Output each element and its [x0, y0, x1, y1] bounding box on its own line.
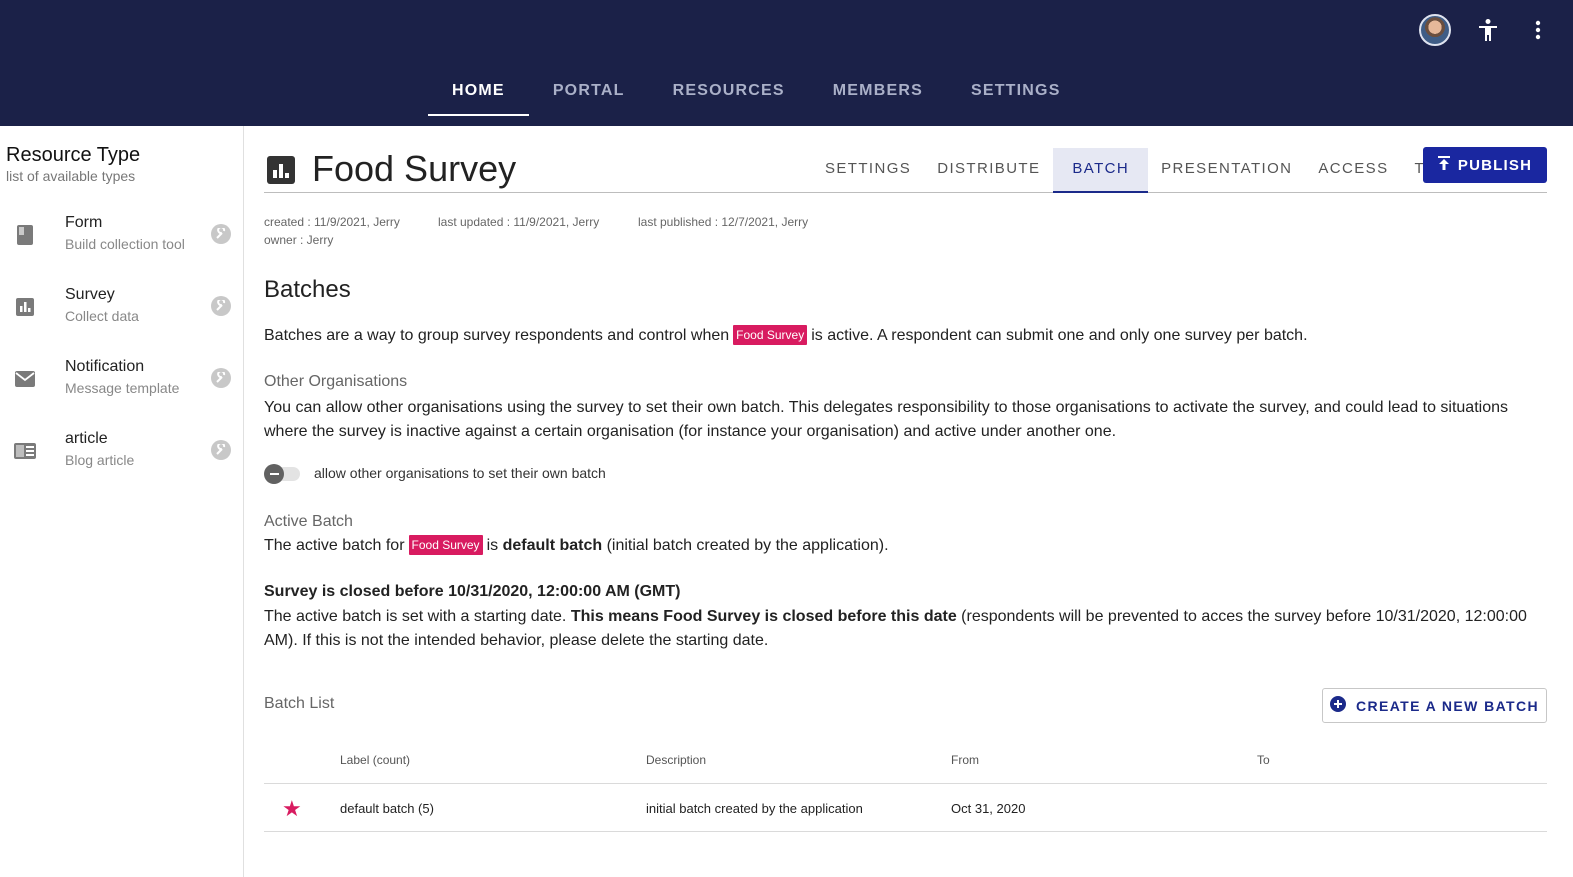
- closed-text-before: The active batch is set with a starting …: [264, 608, 567, 625]
- wrench-icon[interactable]: [211, 368, 231, 388]
- sidebar-item-name: Form: [65, 214, 103, 231]
- sidebar-item-name: article: [65, 430, 108, 447]
- tab-distribute[interactable]: DISTRIBUTE: [924, 148, 1053, 193]
- closed-text: The active batch is set with a starting …: [264, 605, 1547, 653]
- publish-icon: [1437, 156, 1450, 174]
- col-label[interactable]: Label (count): [340, 753, 410, 767]
- nav-tab-members[interactable]: MEMBERS: [809, 68, 947, 116]
- resource-header: Food Survey SETTINGS DISTRIBUTE BATCH PR…: [264, 147, 1547, 193]
- tab-access[interactable]: ACCESS: [1305, 148, 1401, 193]
- intro-text: Batches are a way to group survey respon…: [264, 327, 730, 344]
- mail-icon: [12, 366, 38, 392]
- publish-button[interactable]: PUBLISH: [1423, 147, 1547, 183]
- survey-chart-icon: [267, 156, 295, 184]
- sidebar-item-notification[interactable]: Notification Message template: [0, 352, 244, 412]
- add-circle-icon: [1329, 696, 1346, 715]
- meta-updated: last updated : 11/9/2021, Jerry: [438, 215, 600, 229]
- active-batch-label: Active Batch: [264, 513, 353, 530]
- resource-subtabs: SETTINGS DISTRIBUTE BATCH PRESENTATION A…: [812, 148, 1487, 193]
- create-batch-label: CREATE A NEW BATCH: [1355, 697, 1540, 714]
- chart-icon: [12, 294, 38, 320]
- batch-table: Label (count) Description From To ★ defa…: [264, 736, 1547, 832]
- section-heading-batches: Batches: [264, 276, 351, 303]
- user-avatar[interactable]: [1419, 14, 1451, 46]
- create-batch-button[interactable]: CREATE A NEW BATCH: [1322, 688, 1547, 723]
- star-icon[interactable]: ★: [282, 796, 302, 822]
- book-icon: [12, 222, 38, 248]
- tab-settings[interactable]: SETTINGS: [812, 148, 924, 193]
- top-right-actions: [1419, 14, 1551, 46]
- active-batch-name: default batch: [502, 537, 603, 554]
- sidebar-subtitle: list of available types: [6, 168, 136, 184]
- sidebar-item-article[interactable]: article Blog article: [0, 424, 244, 484]
- col-to[interactable]: To: [1257, 753, 1270, 767]
- active-mid: is: [486, 537, 499, 554]
- accessibility-icon[interactable]: [1475, 15, 1501, 45]
- nav-tab-portal[interactable]: PORTAL: [529, 68, 649, 116]
- resource-chip: Food Survey: [733, 325, 808, 345]
- batch-list-label: Batch List: [264, 695, 335, 712]
- wrench-icon[interactable]: [211, 440, 231, 460]
- meta-published: last published : 12/7/2021, Jerry: [638, 215, 809, 229]
- wrench-icon[interactable]: [211, 296, 231, 316]
- more-vert-icon[interactable]: [1525, 15, 1551, 45]
- resource-chip: Food Survey: [408, 535, 483, 555]
- col-from[interactable]: From: [951, 753, 979, 767]
- nav-tab-resources[interactable]: RESOURCES: [649, 68, 809, 116]
- table-header: Label (count) Description From To: [264, 736, 1547, 784]
- sidebar-item-desc: Build collection tool: [65, 236, 185, 252]
- main-nav: HOME PORTAL RESOURCES MEMBERS SETTINGS: [428, 68, 1085, 116]
- wrench-icon[interactable]: [211, 224, 231, 244]
- meta-created: created : 11/9/2021, Jerry: [264, 215, 400, 229]
- top-app-bar: HOME PORTAL RESOURCES MEMBERS SETTINGS: [0, 0, 1573, 126]
- resource-type-sidebar: Resource Type list of available types Fo…: [0, 126, 244, 877]
- sidebar-item-desc: Collect data: [65, 308, 139, 324]
- publish-label: PUBLISH: [1457, 156, 1533, 174]
- sidebar-title: Resource Type: [6, 144, 141, 166]
- nav-tab-home[interactable]: HOME: [428, 68, 529, 116]
- closed-heading: Survey is closed before 10/31/2020, 12:0…: [264, 583, 681, 600]
- cell-description: initial batch created by the application: [646, 801, 863, 816]
- allow-orgs-toggle-label: allow other organisations to set their o…: [314, 465, 606, 481]
- page-title: Food Survey: [312, 148, 517, 189]
- tab-presentation[interactable]: PRESENTATION: [1148, 148, 1305, 193]
- intro-text-after: is active. A respondent can submit one a…: [811, 327, 1308, 344]
- batches-intro: Batches are a way to group survey respon…: [264, 324, 1308, 348]
- cell-label: default batch (5): [340, 801, 434, 816]
- tab-batch[interactable]: BATCH: [1053, 148, 1149, 193]
- active-text: The active batch for: [264, 537, 405, 554]
- other-orgs-text: You can allow other organisations using …: [264, 399, 1508, 440]
- active-text-after: (initial batch created by the applicatio…: [606, 537, 889, 554]
- table-row[interactable]: ★ default batch (5) initial batch create…: [264, 784, 1547, 832]
- sidebar-item-name: Notification: [65, 358, 145, 375]
- meta-owner: owner : Jerry: [264, 233, 334, 247]
- sidebar-item-desc: Blog article: [65, 452, 135, 468]
- sidebar-item-desc: Message template: [65, 380, 180, 396]
- sidebar-item-survey[interactable]: Survey Collect data: [0, 280, 244, 340]
- col-description[interactable]: Description: [646, 753, 706, 767]
- allow-orgs-toggle[interactable]: [264, 464, 302, 484]
- cell-from: Oct 31, 2020: [951, 801, 1026, 816]
- closed-text-bold: This means Food Survey is closed before …: [570, 608, 957, 625]
- sidebar-item-name: Survey: [65, 286, 115, 303]
- nav-tab-settings[interactable]: SETTINGS: [947, 68, 1085, 116]
- other-orgs-label: Other Organisations: [264, 373, 408, 390]
- sidebar-item-form[interactable]: Form Build collection tool: [0, 208, 244, 268]
- active-batch-text: The active batch for Food Survey is defaul…: [264, 534, 889, 558]
- article-icon: [12, 438, 38, 464]
